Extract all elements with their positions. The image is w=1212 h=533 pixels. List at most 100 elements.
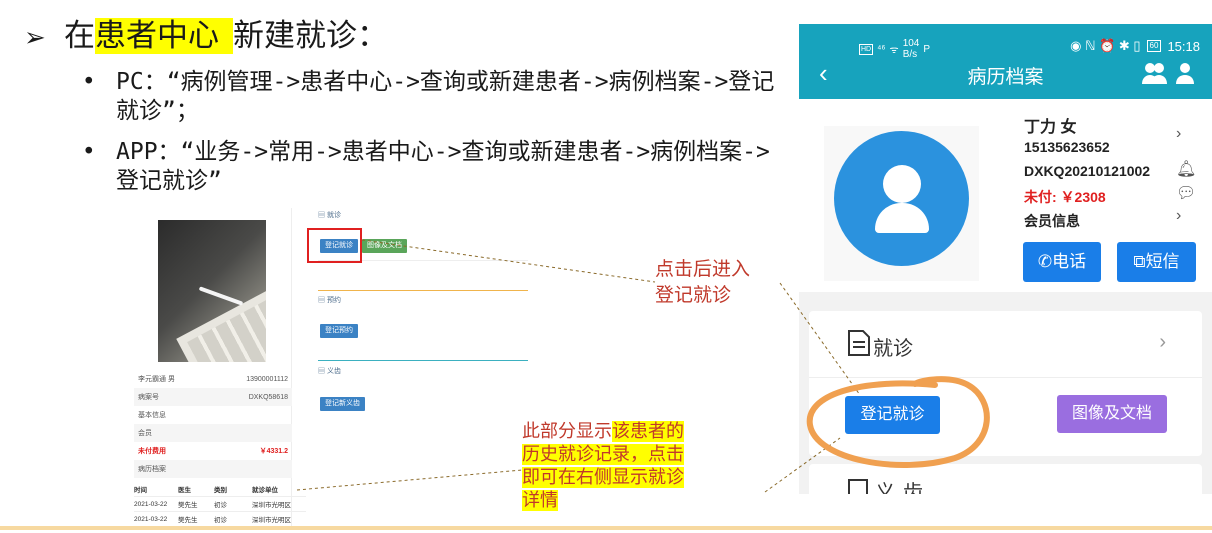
pc-images-docs-button[interactable]: 图像及文档: [362, 239, 407, 253]
table-cell: 樊先生: [178, 502, 198, 509]
patient-record-no: DXKQ20210121002: [1024, 163, 1151, 179]
bullet-list: • PC：“病例管理->患者中心->查询或新建患者->病例档案->登记就诊”； …: [82, 68, 788, 208]
user-icon[interactable]: [1176, 62, 1194, 84]
callout-register: 点击后进入 登记就诊: [655, 256, 750, 308]
bullet-app: • APP：“业务->常用->患者中心->查询或新建患者->病例档案->登记就诊…: [82, 138, 788, 196]
signal-icon: ⁴⁶: [877, 43, 886, 55]
callout-highlight: 历史就诊记录，点击: [522, 444, 684, 465]
app-header: HD ⁴⁶ ᯤ 104 B/s P ◉ ℕ ⏰ ✱ ▯ 60 15:18 ‹ 病历…: [799, 24, 1212, 99]
divider: [318, 360, 528, 361]
table-header: 就诊单位: [252, 487, 278, 494]
patient-photo: [158, 220, 266, 362]
status-icons: ◉ ℕ ⏰ ✱ ▯: [1070, 38, 1141, 53]
table-cell: 樊先生: [178, 517, 198, 524]
footer-line: [0, 526, 1212, 530]
pc-basic-info[interactable]: 基本信息: [134, 406, 292, 424]
bullet-pc-text: PC：“病例管理->患者中心->查询或新建患者->病例档案->登记就诊”；: [116, 69, 775, 124]
visit-section: 就诊 › 登记就诊 图像及文档: [809, 311, 1202, 456]
heading-suffix: 新建就诊：: [233, 18, 388, 54]
header-actions: [1142, 62, 1194, 84]
pc-unpaid-value: ￥4331.2: [259, 448, 288, 455]
chevron-right-icon[interactable]: ›: [1176, 125, 1181, 143]
battery-icon: 60: [1146, 40, 1162, 52]
pc-section-appointment: ▤ 预约: [318, 297, 341, 304]
member-info[interactable]: 会员信息: [1024, 211, 1080, 231]
patient-phone: 15135623652: [1024, 139, 1110, 155]
hd-icon: HD: [859, 43, 874, 55]
next-section-title: 义齿: [875, 482, 931, 494]
avatar-body: [875, 203, 929, 233]
pc-unpaid-label: 未付费用: [138, 448, 166, 455]
heading-prefix: 在: [64, 18, 95, 54]
register-visit-button[interactable]: 登记就诊: [845, 396, 940, 434]
chevron-right-icon[interactable]: ›: [1159, 331, 1166, 354]
avatar: [824, 126, 979, 281]
table-cell: 初诊: [214, 502, 227, 509]
callout-line: 登记就诊: [655, 284, 732, 306]
pc-new-denture-button[interactable]: 登记新义齿: [320, 397, 365, 411]
avatar-circle: [834, 131, 969, 266]
call-button[interactable]: ✆电话: [1023, 242, 1101, 282]
divider: [809, 377, 1202, 378]
bullet-app-text: APP：“业务->常用->患者中心->查询或新建患者->病例档案->登记就诊”: [116, 139, 770, 194]
table-header: 类别: [214, 487, 227, 494]
patient-name: 丁力 女: [1024, 119, 1077, 136]
cable-image: [198, 286, 244, 306]
pc-patient-phone: 13900001112: [246, 375, 288, 383]
pc-basic-info-label: 基本信息: [138, 412, 166, 419]
table-cell: 深圳市光明区: [252, 517, 291, 524]
sms-button[interactable]: ⧉短信: [1117, 242, 1196, 282]
wifi-icon: ᯤ: [889, 45, 899, 56]
status-bar-left: HD ⁴⁶ ᯤ 104 B/s P: [859, 38, 930, 60]
pc-record-label: 病案号: [138, 394, 159, 401]
arrow-bullet-icon: ➢: [24, 23, 46, 53]
images-docs-button[interactable]: 图像及文档: [1057, 395, 1167, 433]
table-cell: 深圳市光明区: [252, 502, 291, 509]
pc-record-no: DXKQ58618: [248, 393, 288, 401]
pc-history-row: 病历档案: [134, 460, 292, 478]
group-users-icon[interactable]: [1142, 62, 1168, 84]
callout-highlight: 该患者的: [612, 421, 684, 442]
callout-text: 此部分显示: [522, 421, 612, 442]
bell-icon[interactable]: 🔔︎: [1176, 159, 1196, 179]
pc-member-row[interactable]: 会员: [134, 424, 292, 442]
pc-section-visit: ▤ 就诊: [318, 212, 341, 219]
callout-history: 此部分显示该患者的 历史就诊记录，点击 即可在右侧显示就诊 详情: [522, 420, 722, 512]
net-speed: 104 B/s: [902, 38, 920, 60]
sms-icon: ⧉: [1133, 252, 1146, 271]
pc-member-label: 会员: [138, 430, 152, 437]
pc-register-appointment-button[interactable]: 登记预约: [320, 324, 358, 338]
status-time: 15:18: [1167, 38, 1200, 54]
table-header: 时间: [134, 487, 147, 494]
bullet-dot-icon: •: [82, 139, 96, 165]
section-icon: [848, 479, 868, 494]
document-icon: [848, 330, 870, 356]
table-cell: 2021-03-22: [134, 515, 168, 523]
status-bar-right: ◉ ℕ ⏰ ✱ ▯ 60 15:18: [1070, 38, 1200, 54]
pc-patient-name-row: 李元霸通 男 13900001112: [134, 370, 292, 388]
highlight-box: [307, 228, 362, 263]
chevron-right-icon[interactable]: ›: [1176, 207, 1181, 225]
heading-highlight: 患者中心: [95, 18, 233, 54]
avatar-head: [883, 165, 921, 203]
divider: [318, 290, 528, 291]
table-cell: 2021-03-22: [134, 500, 168, 508]
table-cell: 初诊: [214, 517, 227, 524]
chat-icon[interactable]: 💬︎: [1176, 183, 1196, 203]
pc-patient-name: 李元霸通 男: [138, 376, 175, 383]
callout-highlight: 详情: [522, 490, 558, 511]
phone-screenshot: HD ⁴⁶ ᯤ 104 B/s P ◉ ℕ ⏰ ✱ ▯ 60 15:18 ‹ 病历…: [799, 24, 1212, 494]
table-header-row: 时间 医生 类别 就诊单位: [134, 482, 306, 497]
visit-history-table: 时间 医生 类别 就诊单位 2021-03-22 樊先生 初诊 深圳市光明区 2…: [134, 482, 306, 527]
callout-highlight: 即可在右侧显示就诊: [522, 467, 684, 488]
next-section: 义齿: [809, 464, 1202, 494]
pc-history-label: 病历档案: [138, 466, 166, 473]
bullet-pc: • PC：“病例管理->患者中心->查询或新建患者->病例档案->登记就诊”；: [82, 68, 788, 126]
table-header: 医生: [178, 487, 191, 494]
visit-section-title: 就诊: [873, 338, 913, 360]
slide-heading: ➢ 在患者中心 新建就诊：: [24, 14, 388, 60]
table-row[interactable]: 2021-03-22 樊先生 初诊 深圳市光明区: [134, 512, 306, 527]
p-badge-icon: P: [923, 43, 931, 55]
table-row[interactable]: 2021-03-22 樊先生 初诊 深圳市光明区: [134, 497, 306, 512]
pc-section-dentures: ▤ 义齿: [318, 368, 341, 375]
